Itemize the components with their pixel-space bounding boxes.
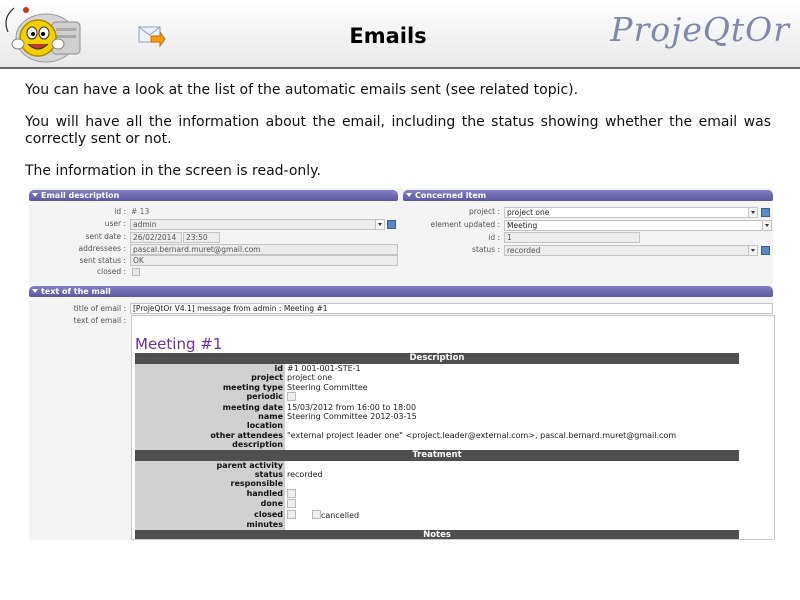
title-of-email-field[interactable]: [ProjeQtOr V4.1] message from admin : Me… bbox=[130, 303, 773, 314]
sent-date-label: sent date : bbox=[85, 232, 126, 241]
goto-status-icon[interactable] bbox=[761, 246, 770, 255]
mail-heading: Meeting #1 bbox=[135, 335, 223, 353]
field-key: other attendees bbox=[135, 430, 285, 441]
field-value: #1 001-001-STE-1 bbox=[287, 364, 361, 373]
periodic-checkbox bbox=[287, 392, 296, 402]
intro-paragraph: You can have a look at the list of the a… bbox=[25, 82, 579, 98]
closed-checkbox[interactable] bbox=[132, 268, 140, 276]
field-value bbox=[285, 421, 739, 430]
field-value bbox=[285, 488, 739, 499]
user-label: user : bbox=[104, 219, 126, 228]
text-of-email-label: text of email : bbox=[73, 316, 126, 325]
sent-date-field[interactable]: 26/02/2014 bbox=[130, 232, 182, 243]
field-key: name bbox=[135, 412, 285, 422]
field-key: location bbox=[135, 421, 285, 431]
field-key: parent activity bbox=[135, 460, 285, 471]
sent-status-label: sent status : bbox=[79, 256, 126, 265]
field-value: Steering Committee bbox=[287, 382, 368, 392]
item-id-field[interactable]: 1 bbox=[504, 232, 640, 243]
chevron-down-icon[interactable] bbox=[748, 246, 757, 255]
field-key: closed bbox=[135, 509, 285, 521]
field-key: description bbox=[135, 440, 285, 450]
sent-status-field[interactable]: OK bbox=[130, 255, 398, 266]
cancelled-label: cancelled bbox=[321, 510, 360, 520]
chevron-down-icon[interactable] bbox=[748, 208, 757, 217]
element-updated-select[interactable]: Meeting bbox=[504, 220, 772, 231]
status-value: recorded bbox=[507, 246, 541, 255]
title-of-email-label: title of email : bbox=[73, 304, 126, 313]
field-value: cancelled bbox=[285, 509, 739, 520]
field-value bbox=[285, 461, 739, 470]
field-key: handled bbox=[135, 488, 285, 500]
user-select[interactable]: admin bbox=[130, 219, 385, 230]
field-key: minutes bbox=[135, 520, 285, 530]
field-key: project bbox=[135, 373, 285, 383]
status-select[interactable]: recorded bbox=[504, 245, 758, 256]
project-select[interactable]: project one bbox=[504, 207, 758, 218]
user-value: admin bbox=[133, 220, 157, 229]
intro-paragraph: The information in the screen is read-on… bbox=[25, 163, 321, 179]
section-title: text of the mail bbox=[41, 287, 111, 296]
app-header: Emails ProjeQtOr bbox=[0, 0, 800, 69]
field-value: recorded bbox=[287, 470, 323, 480]
field-key: id bbox=[135, 364, 285, 374]
section-title: Email description bbox=[41, 191, 120, 200]
collapse-triangle-icon bbox=[32, 193, 38, 197]
field-key: periodic bbox=[135, 392, 285, 403]
notes-header: Notes bbox=[135, 529, 739, 539]
collapse-triangle-icon bbox=[32, 289, 38, 293]
field-value: project one bbox=[287, 373, 333, 383]
field-key: status bbox=[135, 470, 285, 480]
brand-logo-text: ProjeQtOr bbox=[610, 10, 790, 49]
project-label: project : bbox=[469, 207, 500, 216]
intro-text: You can have a look at the list of the a… bbox=[25, 82, 771, 195]
field-value bbox=[285, 499, 739, 509]
email-id-value: # 13 bbox=[131, 207, 150, 216]
closed-label: closed : bbox=[97, 267, 126, 276]
field-key: responsible bbox=[135, 479, 285, 489]
element-updated-label: element updated : bbox=[430, 220, 500, 229]
addressees-label: addressees : bbox=[78, 244, 126, 253]
treatment-header: Treatment bbox=[135, 449, 739, 461]
field-key: done bbox=[135, 499, 285, 510]
email-body-viewer[interactable]: Meeting #1 Description id #1 001-001-STE-… bbox=[131, 315, 775, 540]
field-value bbox=[285, 392, 739, 402]
section-text-of-mail[interactable]: text of the mail bbox=[29, 286, 773, 297]
done-checkbox bbox=[287, 499, 296, 509]
section-title: Concerned item bbox=[415, 191, 487, 200]
field-key: meeting type bbox=[135, 382, 285, 393]
field-key: meeting date bbox=[135, 402, 285, 413]
email-detail-screen: Email description id : # 13 user : admin… bbox=[29, 188, 775, 540]
goto-project-icon[interactable] bbox=[761, 208, 770, 217]
handled-checkbox bbox=[287, 488, 296, 498]
field-value bbox=[285, 479, 739, 488]
status-label: status : bbox=[472, 245, 500, 254]
id-label: id : bbox=[114, 207, 126, 216]
cancelled-checkbox bbox=[312, 509, 321, 519]
goto-user-icon[interactable] bbox=[387, 220, 396, 229]
element-updated-value: Meeting bbox=[507, 221, 538, 230]
intro-paragraph: You will have all the information about … bbox=[25, 114, 771, 147]
field-value: Steering Committee 2012-03-15 bbox=[287, 412, 417, 422]
description-header: Description bbox=[135, 353, 739, 364]
sent-time-field[interactable]: 23:50 bbox=[183, 232, 220, 243]
project-value: project one bbox=[507, 208, 550, 217]
field-value: "external project leader one" <project.l… bbox=[287, 430, 677, 440]
field-value bbox=[285, 440, 739, 449]
chevron-down-icon[interactable] bbox=[375, 220, 384, 229]
chevron-down-icon[interactable] bbox=[762, 221, 771, 230]
mail-content-table: Description id #1 001-001-STE-1 project pr… bbox=[135, 353, 739, 539]
field-value: 15/03/2012 from 16:00 to 18:00 bbox=[287, 402, 417, 412]
item-id-label: id : bbox=[488, 233, 500, 242]
collapse-triangle-icon bbox=[406, 193, 412, 197]
section-concerned-item[interactable]: Concerned item bbox=[403, 190, 773, 201]
section-email-description[interactable]: Email description bbox=[29, 190, 398, 201]
field-value bbox=[285, 520, 739, 529]
addressees-field[interactable]: pascal.bernard.muret@gmail.com bbox=[130, 244, 398, 255]
closed-checkbox bbox=[287, 509, 296, 519]
